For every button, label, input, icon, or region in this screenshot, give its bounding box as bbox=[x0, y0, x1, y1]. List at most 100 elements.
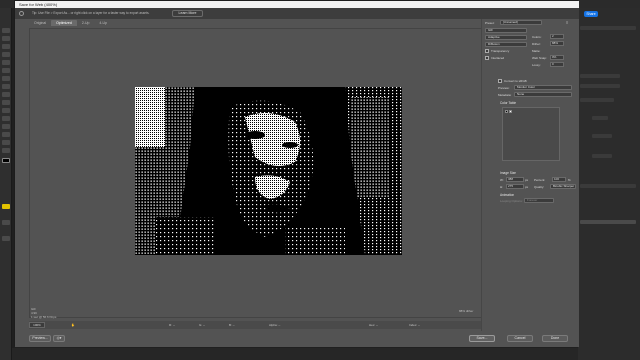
preset-label: Preset: bbox=[485, 21, 495, 25]
marquee-tool-icon[interactable] bbox=[2, 36, 10, 41]
dither-info: 88% dither bbox=[459, 309, 474, 313]
type-tool-icon[interactable] bbox=[2, 116, 10, 121]
dodge-tool-icon[interactable] bbox=[2, 100, 10, 105]
tab-2-up[interactable]: 2-Up bbox=[77, 20, 95, 26]
reduction-select[interactable]: Adaptive bbox=[485, 35, 527, 40]
zoom-level-field[interactable]: 100% bbox=[29, 322, 45, 328]
hand-tool-icon[interactable]: ✋ bbox=[71, 323, 75, 327]
learn-more-button[interactable]: Learn More bbox=[172, 10, 203, 17]
metadata-label: Metadata: bbox=[498, 93, 512, 97]
browser-icon[interactable]: ◎▾ bbox=[53, 335, 65, 342]
quick-mask-icon[interactable] bbox=[2, 220, 10, 225]
matte-label: Matte: bbox=[532, 49, 541, 53]
preview-mode-label: Preview: bbox=[498, 86, 510, 90]
optimized-file-info: GIF 4.9K 1 sec @ 56.6 Kbps bbox=[31, 307, 56, 319]
quality-select[interactable]: Bicubic Sharper bbox=[550, 184, 576, 189]
percent-label: Percent: bbox=[534, 178, 546, 182]
zoom-tool-icon[interactable] bbox=[2, 148, 10, 153]
brush-tool-icon[interactable] bbox=[2, 68, 10, 73]
highlight-tool-icon[interactable] bbox=[2, 204, 10, 209]
tab-optimized[interactable]: Optimized bbox=[51, 20, 77, 26]
settings-menu-icon[interactable]: ≡ bbox=[566, 20, 568, 25]
color-table[interactable] bbox=[502, 107, 560, 161]
panel-button[interactable] bbox=[592, 134, 612, 138]
view-tabs: Original Optimized 2-Up 4-Up bbox=[29, 20, 112, 27]
save-for-web-dialog: Save for Web (400%) Tip: Use File > Expo… bbox=[14, 0, 579, 347]
save-button[interactable]: Save... bbox=[469, 335, 495, 342]
panel-button[interactable] bbox=[592, 154, 612, 158]
color-swatch-white[interactable] bbox=[509, 110, 512, 113]
share-button[interactable]: Share bbox=[584, 11, 598, 17]
convert-srgb-checkbox[interactable] bbox=[498, 79, 502, 83]
hand-tool-icon[interactable] bbox=[2, 140, 10, 145]
quick-actions-row bbox=[580, 98, 614, 102]
foreground-color-swatch[interactable] bbox=[2, 158, 10, 163]
dither-algorithm-select[interactable]: Diffusion bbox=[485, 42, 527, 47]
quality-label: Quality: bbox=[534, 185, 545, 189]
transparency-checkbox[interactable] bbox=[485, 49, 489, 53]
cancel-button[interactable]: Cancel bbox=[507, 335, 533, 342]
panel-button[interactable] bbox=[592, 116, 608, 120]
width-field[interactable]: 388 bbox=[506, 177, 524, 182]
move-tool-icon[interactable] bbox=[2, 28, 10, 33]
properties-panel-row bbox=[580, 26, 636, 30]
interlaced-checkbox[interactable] bbox=[485, 56, 489, 60]
width-unit: px bbox=[525, 178, 529, 182]
done-button[interactable]: Done bbox=[542, 335, 568, 342]
preset-select[interactable]: [Unnamed] bbox=[500, 20, 542, 25]
status-hex: Hex: -- bbox=[369, 323, 378, 327]
web-snap-label: Web Snap: bbox=[532, 56, 547, 60]
status-g: G: -- bbox=[199, 323, 205, 327]
preview-mode-select[interactable]: Monitor Color bbox=[514, 85, 572, 90]
layer-row[interactable] bbox=[580, 220, 636, 224]
download-time: 1 sec @ 56.6 Kbps bbox=[31, 315, 57, 319]
convert-srgb-label: Convert to sRGB bbox=[504, 79, 527, 83]
colors-field[interactable]: 2 bbox=[550, 34, 564, 39]
web-snap-field[interactable]: 0% bbox=[550, 55, 564, 60]
info-icon bbox=[19, 11, 24, 16]
pen-tool-icon[interactable] bbox=[2, 108, 10, 113]
tip-text: Tip: Use File > Export As... or right cl… bbox=[32, 11, 150, 15]
dialog-footer: Preview... ◎▾ Save... Cancel Done bbox=[15, 331, 579, 347]
dialog-tip-bar: Tip: Use File > Export As... or right cl… bbox=[15, 8, 579, 19]
height-field[interactable]: 275 bbox=[506, 184, 524, 189]
shape-tool-icon[interactable] bbox=[2, 132, 10, 137]
ps-right-panels bbox=[578, 8, 640, 360]
gradient-tool-icon[interactable] bbox=[2, 92, 10, 97]
path-select-tool-icon[interactable] bbox=[2, 124, 10, 129]
status-b: B: -- bbox=[229, 323, 235, 327]
stamp-tool-icon[interactable] bbox=[2, 76, 10, 81]
image-preview-area[interactable] bbox=[29, 28, 489, 318]
lossy-label: Lossy: bbox=[532, 63, 541, 67]
color-status-bar: ✋ R: -- G: -- B: -- Alpha: -- Hex: -- In… bbox=[29, 321, 489, 329]
layers-panel-header bbox=[580, 184, 636, 188]
height-unit: px bbox=[525, 185, 529, 189]
transform-row bbox=[580, 74, 620, 78]
animation-title: Animation bbox=[500, 193, 515, 197]
crop-tool-icon[interactable] bbox=[2, 52, 10, 57]
preview-button[interactable]: Preview... bbox=[29, 335, 51, 342]
taskbar bbox=[12, 348, 578, 360]
format-select[interactable]: GIF bbox=[485, 28, 527, 33]
interlaced-label: Interlaced bbox=[491, 56, 505, 60]
dither-label: Dither: bbox=[532, 42, 541, 46]
percent-field[interactable]: 100 bbox=[552, 177, 566, 182]
metadata-select[interactable]: None bbox=[514, 92, 572, 97]
tools-panel bbox=[0, 8, 12, 360]
dialog-title: Save for Web (400%) bbox=[15, 1, 579, 8]
height-label: H: bbox=[500, 185, 503, 189]
status-index: Index: -- bbox=[409, 323, 421, 327]
lasso-tool-icon[interactable] bbox=[2, 44, 10, 49]
dither-amount-field[interactable]: 88% bbox=[550, 41, 564, 46]
looping-label: Looping Options: bbox=[500, 199, 523, 203]
looping-select[interactable]: Forever bbox=[524, 198, 554, 203]
eraser-tool-icon[interactable] bbox=[2, 84, 10, 89]
tab-original[interactable]: Original bbox=[29, 20, 51, 26]
screen-mode-icon[interactable] bbox=[2, 236, 10, 241]
lossy-field[interactable]: 0 bbox=[550, 62, 564, 67]
color-swatch-black[interactable] bbox=[505, 110, 508, 113]
tab-4-up[interactable]: 4-Up bbox=[94, 20, 112, 26]
dithered-portrait-image[interactable] bbox=[135, 87, 402, 255]
eyedropper-tool-icon[interactable] bbox=[2, 60, 10, 65]
status-alpha: Alpha: -- bbox=[269, 323, 281, 327]
